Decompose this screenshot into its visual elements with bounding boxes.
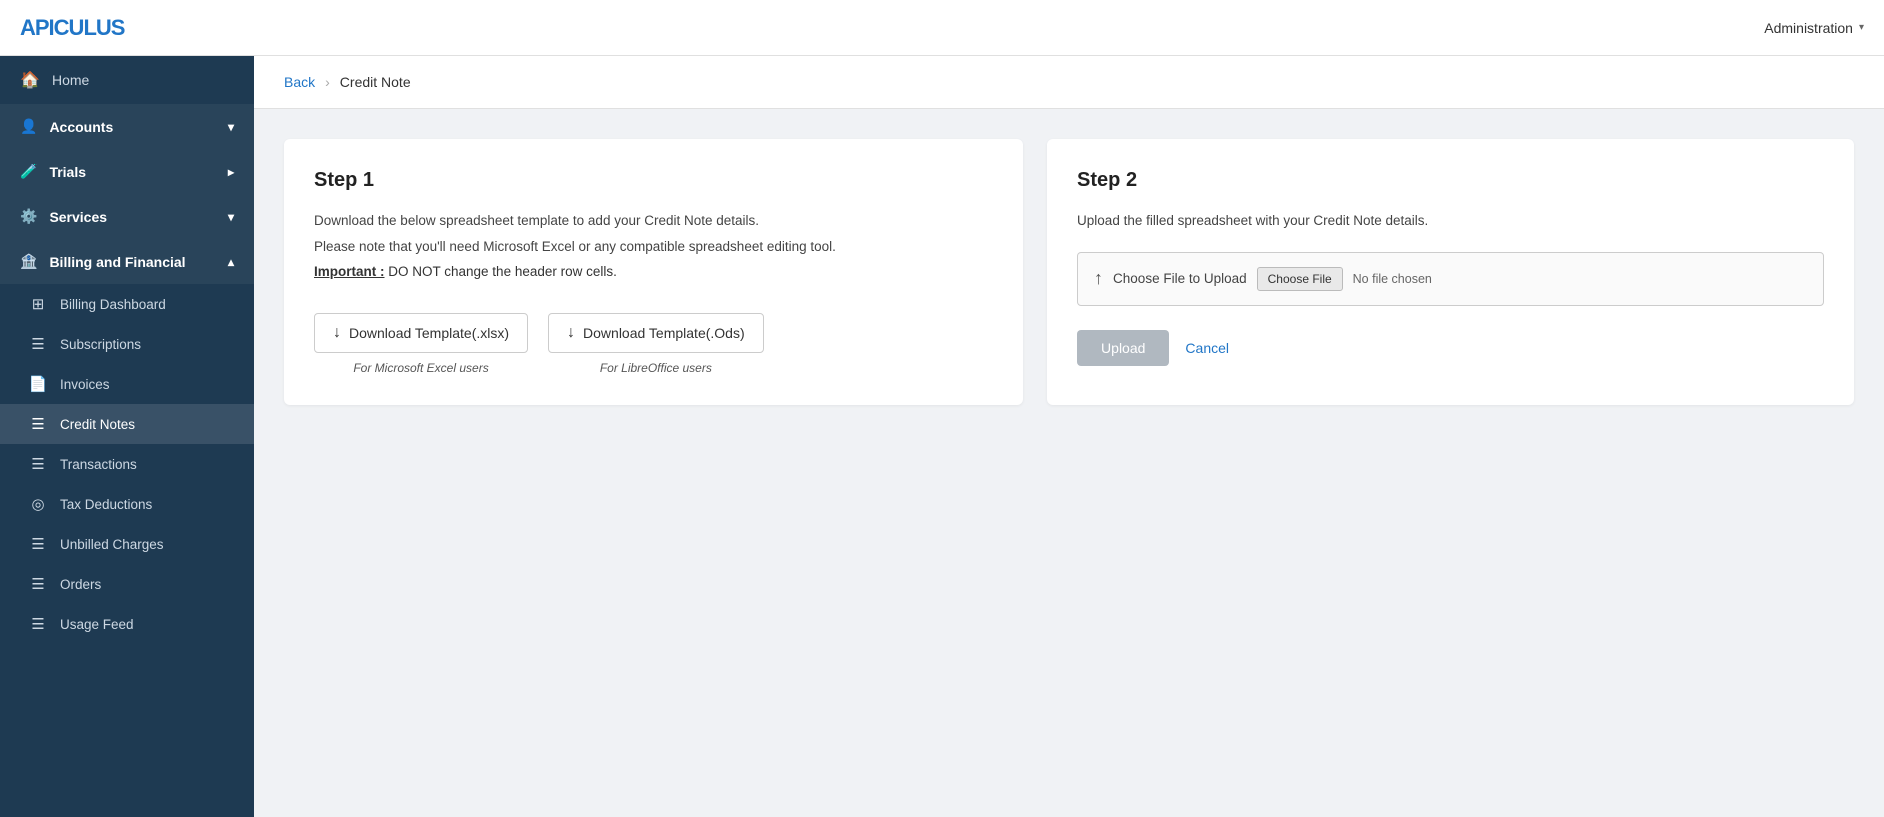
xlsx-btn-label: Download Template(.xlsx) [349,325,509,341]
upload-button[interactable]: Upload [1077,330,1169,366]
sidebar-item-label: Usage Feed [60,617,134,632]
sidebar-item-orders[interactable]: ☰ Orders [0,564,254,604]
orders-icon: ☰ [28,575,48,593]
services-icon: ⚙️ [20,208,37,225]
xlsx-download-wrap: ↓ Download Template(.xlsx) For Microsoft… [314,313,528,375]
sidebar-item-usage-feed[interactable]: ☰ Usage Feed [0,604,254,644]
main-content: Back › Credit Note Step 1 Download the b… [254,56,1884,817]
ods-btn-label: Download Template(.Ods) [583,325,745,341]
invoices-icon: 📄 [28,375,48,393]
step2-card: Step 2 Upload the filled spreadsheet wit… [1047,139,1854,405]
breadcrumb: Back › Credit Note [254,56,1884,109]
download-buttons: ↓ Download Template(.xlsx) For Microsoft… [314,313,993,375]
subscriptions-icon: ☰ [28,335,48,353]
sidebar-item-services[interactable]: ⚙️ Services ▾ [0,194,254,239]
sidebar-item-label: Orders [60,577,101,592]
download-ods-button[interactable]: ↓ Download Template(.Ods) [548,313,764,353]
xlsx-sub-label: For Microsoft Excel users [353,361,488,375]
breadcrumb-current: Credit Note [340,74,411,90]
breadcrumb-separator: › [325,74,330,90]
tax-icon: ◎ [28,495,48,513]
sidebar-item-label: Subscriptions [60,337,141,352]
sidebar-item-label: Tax Deductions [60,497,152,512]
chevron-down-icon: ▾ [228,210,234,224]
step1-title: Step 1 [314,169,993,192]
chevron-up-icon: ▴ [228,255,234,269]
sidebar-item-billing[interactable]: 🏦 Billing and Financial ▴ [0,239,254,284]
layout: 🏠 Home 👤 Accounts ▾ 🧪 Trials ▸ ⚙️ Servic… [0,56,1884,817]
chevron-down-icon: ▾ [1859,22,1864,33]
billing-icon: 🏦 [20,253,37,270]
sidebar-item-billing-dashboard[interactable]: ⊞ Billing Dashboard [0,284,254,324]
sidebar-item-trials[interactable]: 🧪 Trials ▸ [0,149,254,194]
sidebar-item-label: Transactions [60,457,137,472]
logo-text: APICULUS [20,15,124,40]
file-name-display: No file chosen [1353,272,1432,286]
step2-title: Step 2 [1077,169,1824,192]
sidebar-item-label: Trials [49,164,86,180]
important-label: Important : [314,264,385,279]
sidebar-item-accounts[interactable]: 👤 Accounts ▾ [0,104,254,149]
back-link[interactable]: Back [284,74,315,90]
choose-file-label: Choose File to Upload [1113,271,1247,286]
home-icon: 🏠 [20,70,40,90]
ods-download-wrap: ↓ Download Template(.Ods) For LibreOffic… [548,313,764,375]
sidebar-item-transactions[interactable]: ☰ Transactions [0,444,254,484]
sidebar-item-invoices[interactable]: 📄 Invoices [0,364,254,404]
sidebar-item-label: Home [52,72,89,88]
sidebar-item-label: Billing and Financial [49,254,185,270]
content-area: Step 1 Download the below spreadsheet te… [254,109,1884,435]
step1-desc2: Please note that you'll need Microsoft E… [314,236,993,258]
download-xlsx-button[interactable]: ↓ Download Template(.xlsx) [314,313,528,353]
chevron-right-icon: ▸ [228,165,234,179]
logo: APICULUS [20,15,124,41]
sidebar-item-tax-deductions[interactable]: ◎ Tax Deductions [0,484,254,524]
usage-icon: ☰ [28,615,48,633]
accounts-icon: 👤 [20,118,37,135]
sidebar: 🏠 Home 👤 Accounts ▾ 🧪 Trials ▸ ⚙️ Servic… [0,56,254,817]
transactions-icon: ☰ [28,455,48,473]
step2-description: Upload the filled spreadsheet with your … [1077,210,1824,232]
dashboard-icon: ⊞ [28,295,48,313]
step1-desc1: Download the below spreadsheet template … [314,210,993,232]
choose-file-button[interactable]: Choose File [1257,267,1343,291]
header: APICULUS Administration ▾ [0,0,1884,56]
credit-notes-icon: ☰ [28,415,48,433]
unbilled-icon: ☰ [28,535,48,553]
cancel-button[interactable]: Cancel [1181,330,1233,366]
sidebar-item-unbilled-charges[interactable]: ☰ Unbilled Charges [0,524,254,564]
sidebar-item-home[interactable]: 🏠 Home [0,56,254,104]
upload-icon: ↑ [1094,268,1103,289]
download-icon: ↓ [333,324,341,342]
step1-card: Step 1 Download the below spreadsheet te… [284,139,1023,405]
sidebar-item-label: Unbilled Charges [60,537,164,552]
trials-icon: 🧪 [20,163,37,180]
chevron-down-icon: ▾ [228,120,234,134]
admin-menu[interactable]: Administration ▾ [1764,20,1864,36]
sidebar-item-label: Accounts [49,119,113,135]
action-buttons: Upload Cancel [1077,330,1824,366]
file-upload-area: ↑ Choose File to Upload Choose File No f… [1077,252,1824,306]
sidebar-item-label: Credit Notes [60,417,135,432]
sidebar-item-label: Invoices [60,377,110,392]
download-icon: ↓ [567,324,575,342]
step1-important: Important : DO NOT change the header row… [314,261,993,283]
ods-sub-label: For LibreOffice users [600,361,712,375]
sidebar-item-label: Services [49,209,107,225]
sidebar-item-label: Billing Dashboard [60,297,166,312]
sidebar-item-subscriptions[interactable]: ☰ Subscriptions [0,324,254,364]
important-text: DO NOT change the header row cells. [388,264,617,279]
admin-label: Administration [1764,20,1853,36]
sidebar-item-credit-notes[interactable]: ☰ Credit Notes [0,404,254,444]
